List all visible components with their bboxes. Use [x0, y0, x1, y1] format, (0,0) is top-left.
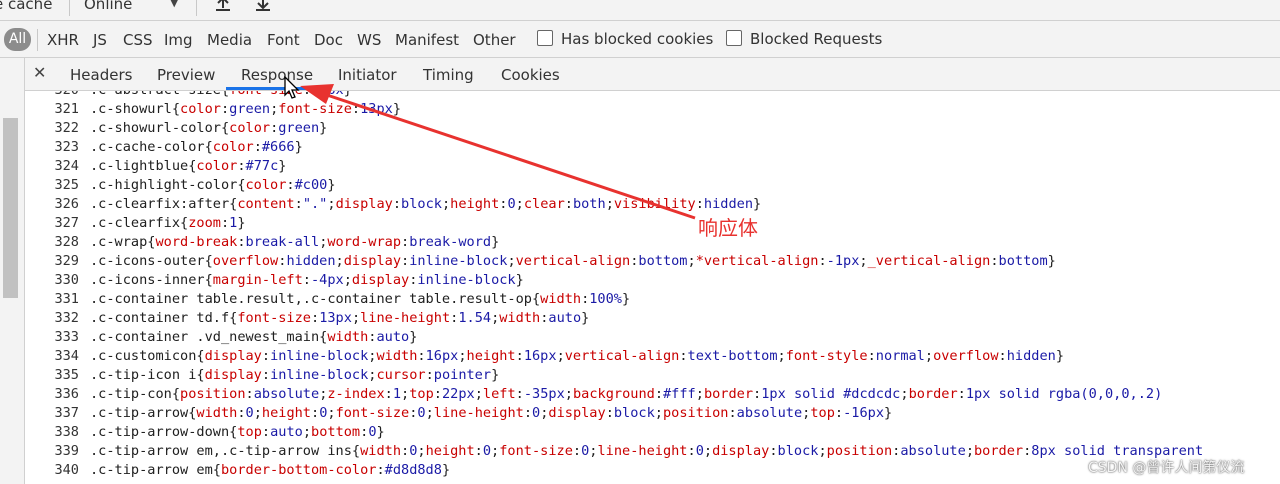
code-line: 333 .c-container .vd_newest_main{width:au… [25, 328, 1280, 347]
code-text: .c-icons-inner{margin-left:-4px;display:… [90, 272, 524, 288]
code-line: 337 .c-tip-arrow{width:0;height:0;font-si… [25, 404, 1280, 423]
code-text: .c-tip-arrow em{border-bottom-color:#d8d… [90, 462, 451, 478]
code-text: .c-container .vd_newest_main{width:auto} [90, 329, 418, 345]
code-text: .c-highlight-color{color:#c00} [90, 177, 336, 193]
filter-font[interactable]: Font [267, 31, 300, 49]
code-text: .c-lightblue{color:#77c} [90, 158, 287, 174]
line-number: 335 [54, 367, 79, 383]
tab-preview[interactable]: Preview [157, 66, 215, 84]
tab-timing[interactable]: Timing [423, 66, 474, 84]
code-text: .c-showurl{color:green;font-size:13px} [90, 101, 402, 117]
code-line: 326 .c-clearfix:after{content:".";display… [25, 195, 1280, 214]
filter-xhr[interactable]: XHR [47, 31, 79, 49]
code-text: .c-tip-arrow-down{top:auto;bottom:0} [90, 424, 385, 440]
code-line: 334 .c-customicon{display:inline-block;wi… [25, 347, 1280, 366]
close-icon[interactable]: ✕ [33, 63, 46, 82]
code-line: 329 .c-icons-outer{overflow:hidden;displa… [25, 252, 1280, 271]
line-number: 330 [54, 272, 79, 288]
line-number: 338 [54, 424, 79, 440]
line-number: 334 [54, 348, 79, 364]
line-number: 339 [54, 443, 79, 459]
filter-media[interactable]: Media [207, 31, 252, 49]
line-number: 326 [54, 196, 79, 212]
line-number: 320 [25, 91, 79, 100]
network-toolbar: e cache Online ▼ [0, 0, 1280, 21]
code-text: .c-clearfix:after{content:".";display:bl… [90, 196, 762, 212]
watermark: CSDN @曾许人间第仪流 [1088, 460, 1245, 476]
code-text: .c-tip-con{position:absolute;z-index:1;t… [90, 386, 1163, 402]
tab-headers[interactable]: Headers [70, 66, 132, 84]
resource-type-filter-bar: All XHR JS CSS Img Media Font Doc WS Man… [0, 21, 1280, 58]
line-number: 328 [54, 234, 79, 250]
has-blocked-cookies-checkbox[interactable] [537, 30, 553, 46]
toolbar-divider [69, 0, 70, 16]
line-number: 331 [54, 291, 79, 307]
disable-cache-label[interactable]: e cache [0, 0, 52, 13]
code-text: .c-tip-arrow{width:0;height:0;font-size:… [90, 405, 893, 421]
line-number: 322 [54, 120, 79, 136]
code-line: 330 .c-icons-inner{margin-left:-4px;displ… [25, 271, 1280, 290]
filter-divider [37, 29, 38, 51]
line-number: 321 [54, 101, 79, 117]
filter-js[interactable]: JS [93, 31, 107, 49]
code-text: .c-showurl-color{color:green} [90, 120, 328, 136]
code-line: 331 .c-container table.result,.c-containe… [25, 290, 1280, 309]
code-text: .c-container table.result,.c-container t… [90, 291, 631, 307]
chevron-down-icon[interactable]: ▼ [170, 0, 178, 9]
code-line: 328 .c-wrap{word-break:break-all;word-wra… [25, 233, 1280, 252]
code-line: 332 .c-container td.f{font-size:13px;line… [25, 309, 1280, 328]
code-line: 327 .c-clearfix{zoom:1} [25, 214, 1280, 233]
tab-cookies[interactable]: Cookies [501, 66, 560, 84]
code-line: 322 .c-showurl-color{color:green} [25, 119, 1280, 138]
filter-css[interactable]: CSS [123, 31, 153, 49]
annotation-label: 响应体 [698, 216, 758, 240]
line-number: 332 [54, 310, 79, 326]
line-number: 323 [54, 139, 79, 155]
line-number: 327 [54, 215, 79, 231]
code-text: .c-cache-color{color:#666} [90, 139, 303, 155]
filter-manifest[interactable]: Manifest [395, 31, 459, 49]
line-number: 324 [54, 158, 79, 174]
filter-img[interactable]: Img [164, 31, 193, 49]
import-har-icon[interactable] [214, 0, 232, 12]
tab-initiator[interactable]: Initiator [338, 66, 397, 84]
code-line: 325 .c-highlight-color{color:#c00} [25, 176, 1280, 195]
code-text: .c-wrap{word-break:break-all;word-wrap:b… [90, 234, 500, 250]
export-har-icon[interactable] [254, 0, 272, 12]
code-text: .c-abstract-size{font-size:13px} [90, 91, 352, 100]
tab-response[interactable]: Response [241, 66, 313, 84]
toolbar-divider [196, 0, 197, 16]
code-line: 324 .c-lightblue{color:#77c} [25, 157, 1280, 176]
code-line: 320 .c-abstract-size{font-size:13px} [25, 91, 1280, 100]
line-number: 340 [54, 462, 79, 478]
code-line: 321 .c-showurl{color:green;font-size:13px… [25, 100, 1280, 119]
code-line: 323 .c-cache-color{color:#666} [25, 138, 1280, 157]
code-text: .c-container td.f{font-size:13px;line-he… [90, 310, 590, 326]
code-line: 336 .c-tip-con{position:absolute;z-index:… [25, 385, 1280, 404]
code-text: .c-customicon{display:inline-block;width… [90, 348, 1065, 364]
filter-all-button[interactable]: All [4, 28, 31, 51]
line-number: 325 [54, 177, 79, 193]
blocked-requests-checkbox[interactable] [726, 30, 742, 46]
code-text: .c-icons-outer{overflow:hidden;display:i… [90, 253, 1056, 269]
filter-other[interactable]: Other [473, 31, 516, 49]
filter-ws[interactable]: WS [357, 31, 381, 49]
vertical-scrollbar-thumb[interactable] [3, 118, 18, 298]
line-number: 329 [54, 253, 79, 269]
mouse-cursor-icon [284, 76, 300, 99]
response-body-viewer[interactable]: 320 .c-abstract-size{font-size:13px} 321 .c… [25, 91, 1280, 484]
filter-doc[interactable]: Doc [314, 31, 343, 49]
code-line: 335 .c-tip-icon i{display:inline-block;cu… [25, 366, 1280, 385]
line-number: 337 [54, 405, 79, 421]
blocked-requests-label: Blocked Requests [750, 30, 883, 48]
code-text: .c-tip-arrow em,.c-tip-arrow ins{width:0… [90, 443, 1204, 459]
line-number: 333 [54, 329, 79, 345]
code-line: 338 .c-tip-arrow-down{top:auto;bottom:0} [25, 423, 1280, 442]
request-detail-tabs: ✕ Headers Preview Response Initiator Tim… [25, 58, 1280, 91]
code-text: .c-tip-icon i{display:inline-block;curso… [90, 367, 500, 383]
code-text: .c-clearfix{zoom:1} [90, 215, 246, 231]
line-number: 336 [54, 386, 79, 402]
has-blocked-cookies-label: Has blocked cookies [561, 30, 714, 48]
throttling-select[interactable]: Online [84, 0, 132, 13]
